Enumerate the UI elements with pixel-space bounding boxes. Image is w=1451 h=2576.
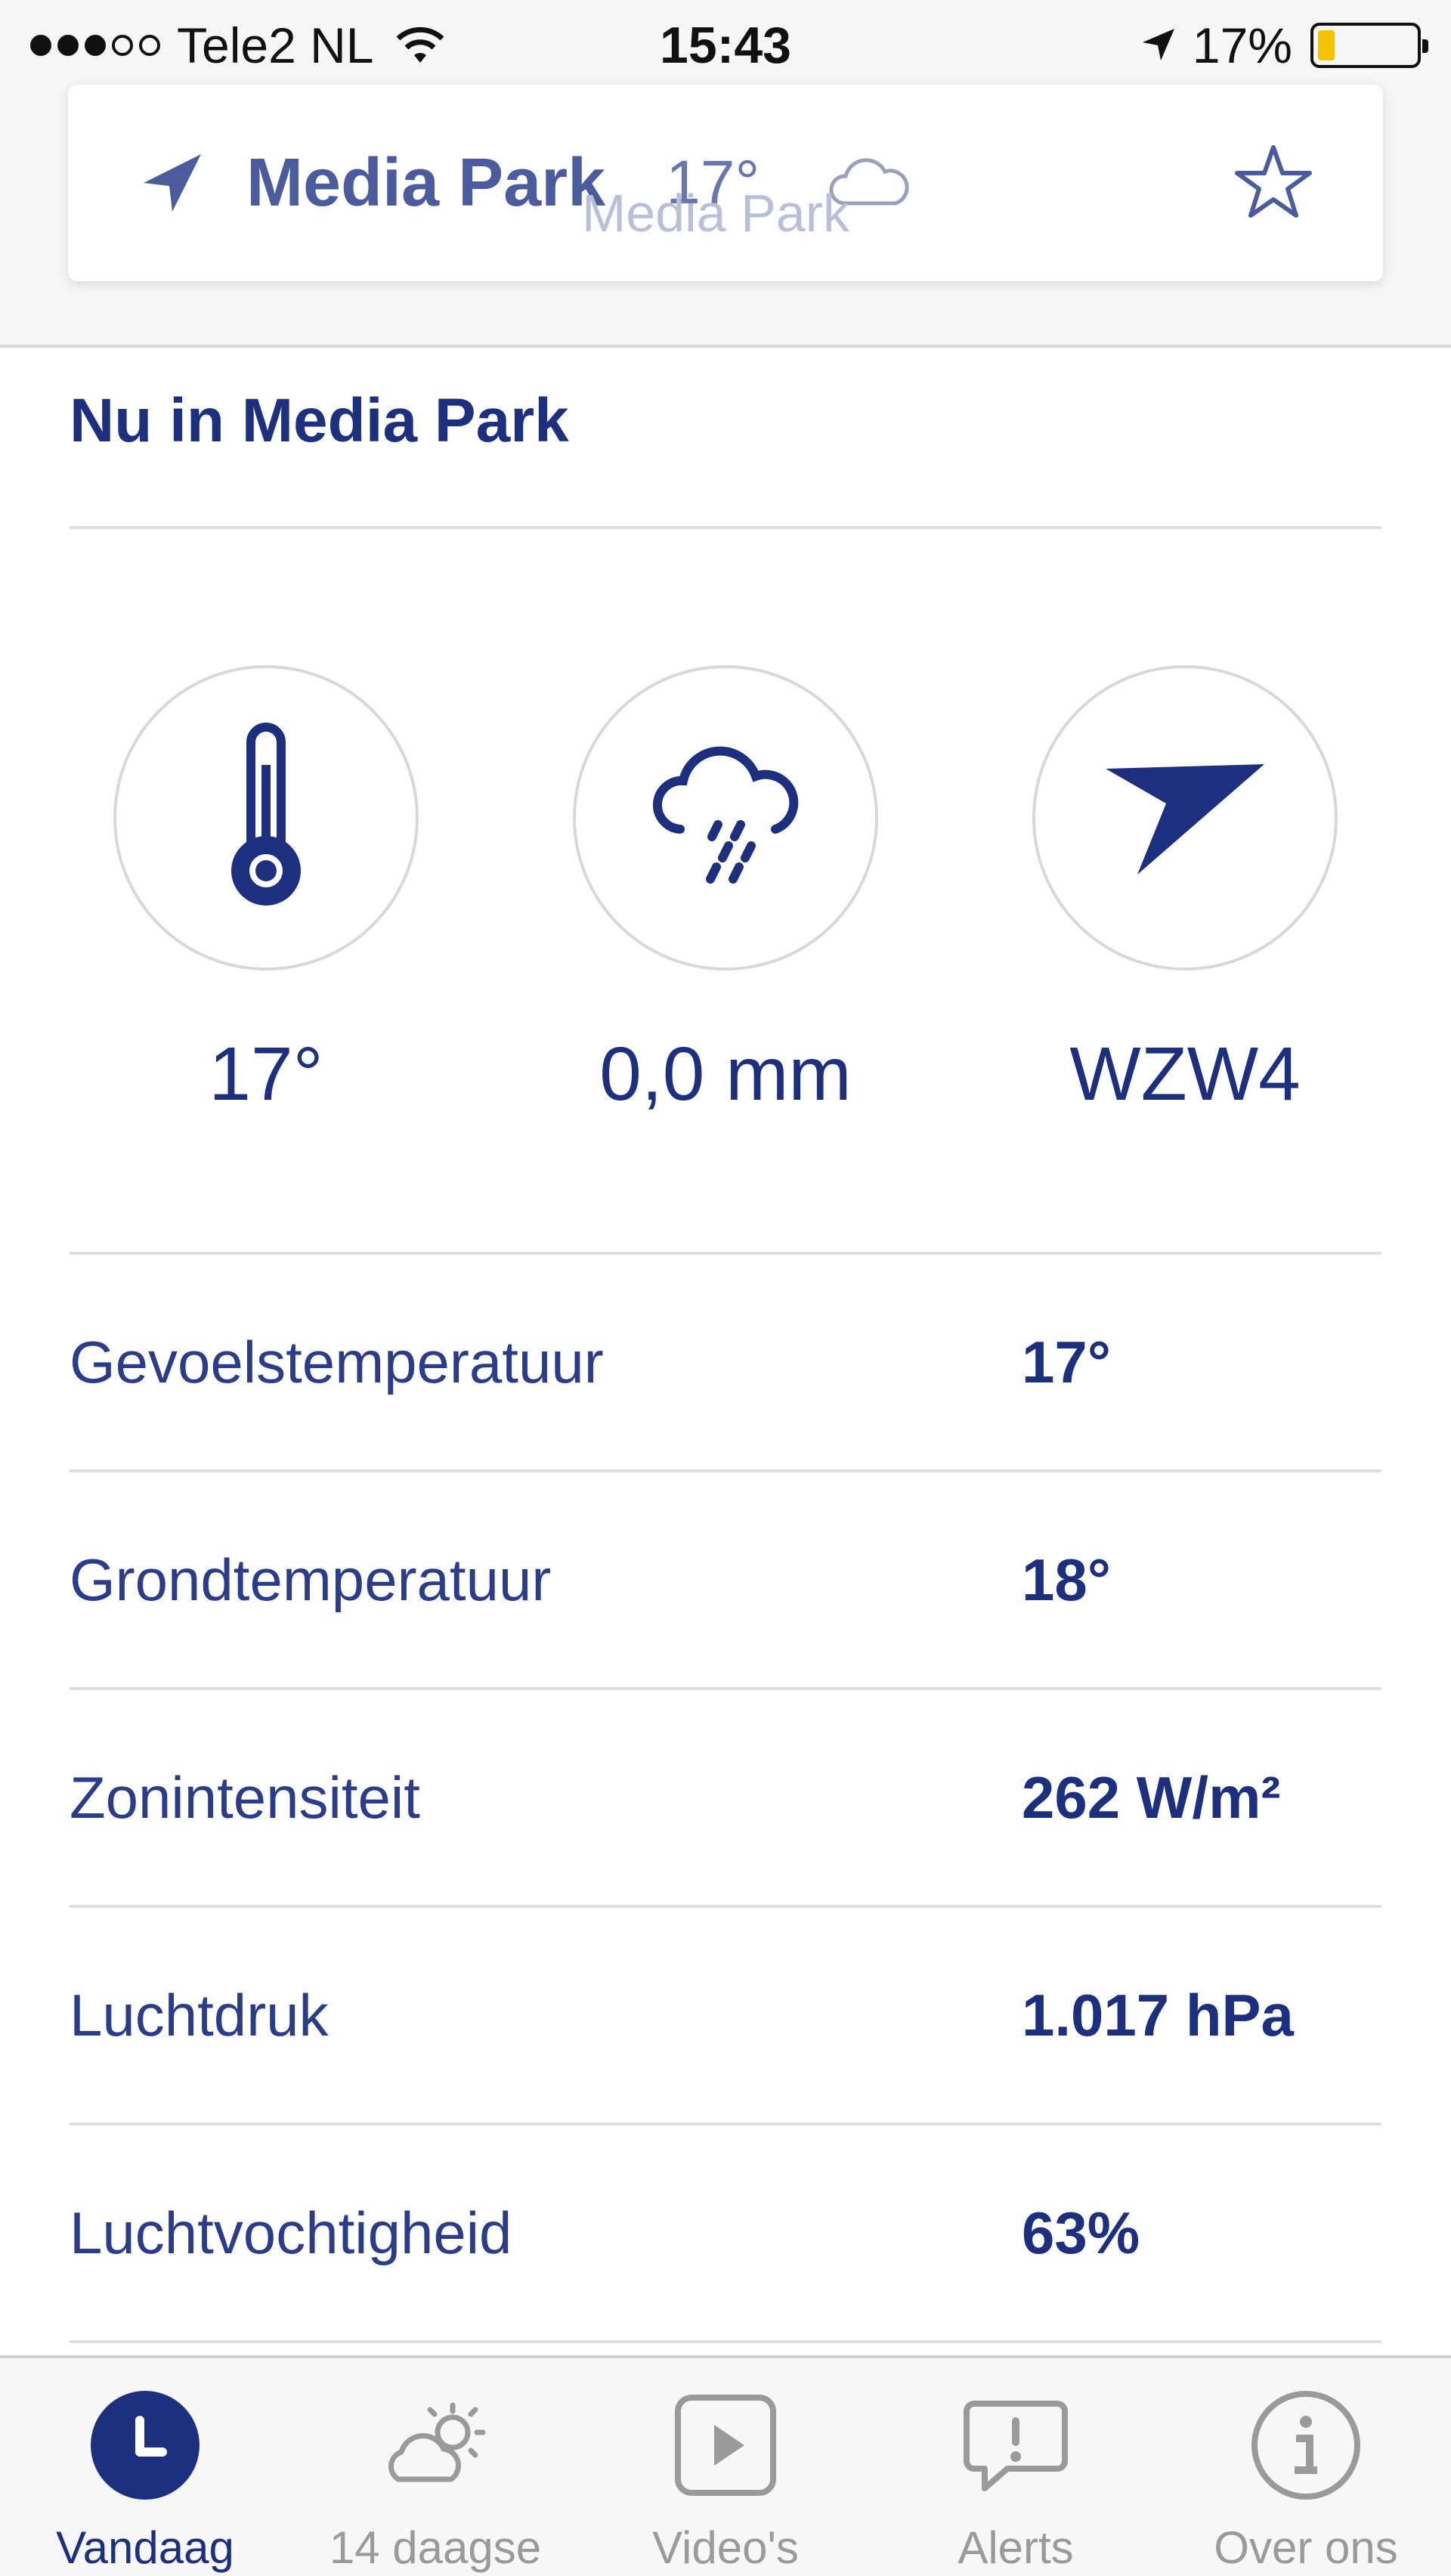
temperature-metric: 17° [54, 665, 478, 1118]
info-icon [1251, 2391, 1360, 2500]
tab-label: Video's [652, 2522, 799, 2573]
detail-value: 1.017 hPa [1022, 1981, 1294, 2048]
detail-value: 63% [1022, 2199, 1140, 2266]
wind-metric: WZW4 [973, 665, 1397, 1118]
location-card[interactable]: Media Park 17° Media Park [68, 85, 1383, 281]
play-icon [675, 2395, 776, 2496]
detail-row-grondtemperatuur: Grondtemperatuur 18° [70, 1472, 1381, 1690]
detail-row-zonintensiteit: Zonintensiteit 262 W/m² [70, 1690, 1381, 1908]
precipitation-circle [573, 665, 878, 971]
partly-sunny-icon [388, 2402, 486, 2482]
location-name: Media Park [246, 144, 606, 221]
tab-alerts[interactable]: Alerts [871, 2358, 1161, 2576]
tab-label: 14 daagse [329, 2522, 542, 2573]
detail-label: Luchtdruk [70, 1981, 329, 2048]
detail-value: 18° [1022, 1546, 1111, 1613]
rain-cloud-icon [653, 746, 799, 884]
tab-over-ons[interactable]: Over ons [1161, 2358, 1451, 2576]
detail-value: 17° [1022, 1328, 1111, 1395]
temperature-value: 17° [209, 1032, 323, 1116]
main-content: Nu in Media Park 17° 0,0 mm WZW4 Gevoels… [0, 348, 1451, 2355]
divider [70, 526, 1381, 529]
detail-label: Zonintensiteit [70, 1763, 420, 1831]
tab-label: Over ons [1214, 2522, 1398, 2573]
temperature-circle [113, 665, 419, 971]
detail-label: Gevoelstemperatuur [70, 1328, 604, 1395]
wind-direction-icon [1106, 764, 1264, 875]
tab-videos[interactable]: Video's [580, 2358, 871, 2576]
tab-14-daagse[interactable]: 14 daagse [290, 2358, 580, 2576]
battery-icon [1310, 23, 1428, 68]
carrier-name: Tele2 NL [177, 17, 374, 73]
tab-vandaag[interactable]: Vandaag [0, 2358, 290, 2576]
wind-circle [1032, 665, 1338, 971]
tab-label: Alerts [958, 2522, 1074, 2573]
detail-label: Grondtemperatuur [70, 1546, 552, 1613]
location-services-icon [1142, 29, 1174, 60]
status-bar: Tele2 NL 15:43 17% [0, 0, 1451, 91]
page-title: Nu in Media Park [70, 386, 569, 455]
signal-strength-icon [30, 35, 160, 56]
detail-row-luchtvochtigheid: Luchtvochtigheid 63% [70, 2126, 1381, 2343]
tab-bar: Vandaag 14 daagse Video's Alerts Over on… [0, 2355, 1451, 2576]
precipitation-metric: 0,0 mm [514, 665, 937, 1118]
star-icon[interactable] [1232, 141, 1315, 224]
detail-label: Luchtvochtigheid [70, 2199, 512, 2266]
wind-value: WZW4 [1069, 1032, 1301, 1116]
detail-row-gevoelstemperatuur: Gevoelstemperatuur 17° [70, 1255, 1381, 1472]
location-subtitle: Media Park [582, 184, 850, 243]
clock-icon [91, 2391, 200, 2500]
tab-label: Vandaag [56, 2522, 234, 2573]
detail-value: 262 W/m² [1022, 1763, 1281, 1831]
alert-bubble-icon [964, 2401, 1068, 2491]
precipitation-value: 0,0 mm [599, 1032, 852, 1116]
navigation-arrow-icon [144, 154, 201, 212]
detail-row-luchtdruk: Luchtdruk 1.017 hPa [70, 1908, 1381, 2126]
thermometer-icon [231, 723, 301, 906]
wifi-icon [396, 26, 444, 63]
battery-percentage: 17% [1192, 17, 1292, 73]
